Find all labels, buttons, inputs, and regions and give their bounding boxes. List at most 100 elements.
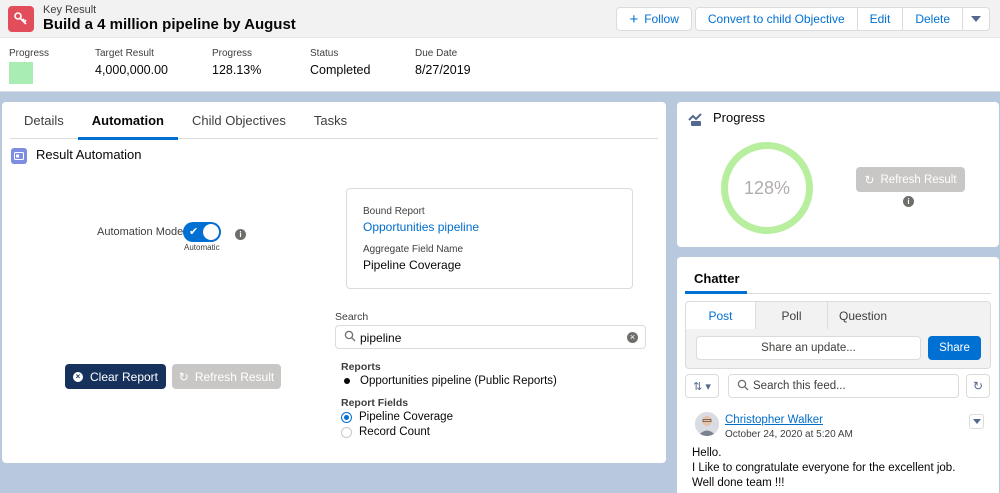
publisher-tab-question[interactable]: Question [828,302,898,329]
radio-selected[interactable] [341,411,352,423]
field-target-result: Target Result 4,000,000.00 [95,48,168,77]
post-author-link[interactable]: Christopher Walker [725,414,823,426]
search-value: pipeline [360,331,402,345]
share-update-input[interactable]: Share an update... [696,336,921,360]
search-icon [344,330,356,345]
post-line: Well done team !!! [692,477,785,489]
publisher-tab-post[interactable]: Post [686,302,756,329]
post-timestamp[interactable]: October 24, 2020 at 5:20 AM [725,429,853,440]
automation-card: Details Automation Child Objectives Task… [2,102,666,463]
feed-search-placeholder: Search this feed... [753,380,846,392]
radio-unselected[interactable] [341,426,352,438]
progress-refresh-result-button[interactable]: ↻ Refresh Result [856,167,965,192]
field-label: Status [310,48,339,59]
bullet-icon [344,378,350,384]
report-option[interactable]: Opportunities pipeline (Public Reports) [341,375,557,387]
share-button[interactable]: Share [928,336,981,360]
tab-automation[interactable]: Automation [77,102,179,140]
convert-to-child-objective-button[interactable]: Convert to child Objective [694,7,858,31]
chatter-card: Chatter Post Poll Question Share an upda… [677,257,999,493]
refresh-icon: ↻ [178,369,189,384]
automation-mode-toggle[interactable]: ✔ [183,222,221,242]
refresh-result-label: Refresh Result [194,369,275,384]
chatter-title: Chatter [694,271,740,286]
header-top-bar: Key Result Build a 4 million pipeline by… [0,0,1000,38]
section-title: Result Automation [36,147,142,162]
report-field-label: Record Count [359,426,430,438]
refresh-icon: ↻ [864,172,875,187]
progress-percent: 128% [743,177,791,198]
follow-button[interactable]: + Follow [616,7,692,31]
field-label: Progress [9,48,50,59]
sort-icon: ⇅ ▾ [693,380,711,393]
key-result-icon [8,6,34,32]
toggle-knob [203,224,219,240]
report-fields-label: Report Fields [341,397,409,409]
field-progress: Progress [9,48,49,84]
record-title: Build a 4 million pipeline by August [43,16,296,33]
clear-search-icon[interactable]: × [627,332,638,343]
refresh-feed-button[interactable]: ↻ [966,374,990,398]
info-icon[interactable]: i [903,196,914,207]
highlight-fields: Progress Target Result 4,000,000.00 Prog… [0,48,1000,88]
post-actions-button[interactable] [969,414,984,429]
field-due-date: Due Date 8/27/2019 [415,48,471,77]
bound-report-label: Bound Report [363,206,425,217]
automation-mode-value: Automatic [184,243,220,252]
field-status: Status Completed [310,48,370,77]
field-progress-percent: Progress 128.13% [212,48,261,77]
field-label: Progress [212,48,253,59]
automation-section-icon [11,148,27,164]
bound-report-link[interactable]: Opportunities pipeline [363,220,479,234]
aggregate-field-value: Pipeline Coverage [363,258,462,272]
more-actions-button[interactable] [962,7,990,31]
field-value: 128.13% [212,63,262,77]
publisher-tab-poll[interactable]: Poll [756,302,828,329]
edit-button[interactable]: Edit [856,7,904,31]
delete-button[interactable]: Delete [902,7,963,31]
info-icon[interactable]: i [235,229,246,240]
progress-ring: 128% [721,142,813,234]
search-icon [737,379,749,394]
clear-report-button[interactable]: × Clear Report [65,364,166,389]
feed-search-input[interactable]: Search this feed... [728,374,959,398]
refresh-result-button[interactable]: ↻ Refresh Result [172,364,281,389]
post-body: Hello. I Like to congratulate everyone f… [692,446,955,491]
search-label: Search [335,311,369,323]
aggregate-field-label: Aggregate Field Name [363,244,464,255]
sort-feed-button[interactable]: ⇅ ▾ [685,374,719,398]
publisher-tabs: Post Poll Question [686,302,990,329]
report-option-label: Opportunities pipeline (Public Reports) [360,375,557,387]
progress-card-title: Progress [713,110,766,125]
close-icon: × [72,371,83,382]
report-field-label: Pipeline Coverage [359,411,453,423]
progress-icon [687,111,705,130]
plus-icon: + [629,10,639,28]
publisher: Post Poll Question Share an update... Sh… [685,301,991,369]
field-label: Target Result [95,48,154,59]
chevron-down-icon [972,419,981,424]
report-field-option[interactable]: Record Count [341,426,430,438]
header-actions: + Follow Convert to child Objective Edit … [616,7,990,31]
tab-child-objectives[interactable]: Child Objectives [178,102,300,139]
avatar[interactable] [695,412,719,436]
report-search-input[interactable]: pipeline × [335,325,646,349]
post-line: I Like to congratulate everyone for the … [692,462,956,474]
progress-refresh-label: Refresh Result [880,173,957,186]
tab-details[interactable]: Details [10,102,78,139]
report-field-option[interactable]: Pipeline Coverage [341,411,453,423]
field-value: Completed [310,63,371,77]
record-header: Key Result Build a 4 million pipeline by… [0,0,1000,92]
reports-label: Reports [341,361,381,373]
object-type-label: Key Result [43,4,97,16]
tab-tasks[interactable]: Tasks [300,102,361,139]
refresh-icon: ↻ [972,379,984,393]
chatter-tab[interactable]: Chatter [685,257,991,294]
progress-swatch [9,62,33,84]
field-value: 4,000,000.00 [95,63,168,77]
post-line: Hello. [692,447,722,459]
bound-report-box: Bound Report Opportunities pipeline Aggr… [346,188,633,289]
record-tabs: Details Automation Child Objectives Task… [10,102,658,140]
progress-card: Progress 128% ↻ Refresh Result i [677,102,999,247]
follow-label: Follow [644,12,679,26]
